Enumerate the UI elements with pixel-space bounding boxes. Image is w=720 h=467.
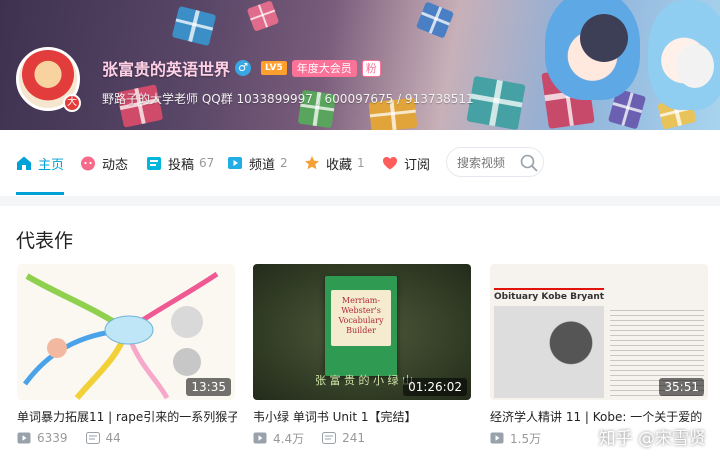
play-count-icon <box>17 431 31 445</box>
tab-upload[interactable]: 投稿 67 <box>146 152 214 174</box>
tab-subscribe[interactable]: 订阅 <box>382 152 430 174</box>
tab-home[interactable]: 主页 <box>16 152 64 174</box>
tab-upload-count: 67 <box>199 156 215 170</box>
dynamic-icon <box>80 155 96 171</box>
gift-box-decoration <box>415 1 455 39</box>
danmaku-icon <box>322 431 337 445</box>
tab-upload-label: 投稿 <box>168 157 195 173</box>
section-title: 代表作 <box>16 230 74 252</box>
video-card[interactable]: 13:35 单词暴力拓展11 | rape引来的一系列猴子 6339 44 <box>17 264 237 445</box>
tab-channel[interactable]: 频道 2 <box>227 152 288 174</box>
video-stats: 4.4万 241 <box>253 430 365 446</box>
bear-plush-decoration <box>580 14 628 62</box>
danmaku-count: 44 <box>105 431 121 445</box>
zhihu-watermark: 知乎 @宋雪贤 <box>598 429 706 449</box>
username[interactable]: 张富贵的英语世界 <box>102 56 230 80</box>
video-thumbnail[interactable]: Obituary Kobe Bryant 35:51 <box>490 264 708 400</box>
video-card[interactable]: Obituary Kobe Bryant 35:51 经济学人精讲 11 | K… <box>490 264 708 446</box>
level-badge[interactable]: LV5 <box>261 61 287 75</box>
play-count: 1.5万 <box>510 431 542 446</box>
bunny-plush-decoration <box>676 44 714 88</box>
video-duration: 01:26:02 <box>403 378 467 396</box>
tab-channel-count: 2 <box>280 156 288 170</box>
video-card[interactable]: Merriam-Webster's Vocabulary Builder 张 富… <box>253 264 471 446</box>
gift-box-decoration <box>246 0 280 32</box>
tab-favorites[interactable]: 收藏 1 <box>304 152 365 174</box>
channel-icon <box>227 155 243 171</box>
video-title[interactable]: 单词暴力拓展11 | rape引来的一系列猴子 <box>17 408 237 425</box>
video-duration: 35:51 <box>659 378 704 396</box>
video-duration: 13:35 <box>186 378 231 396</box>
heart-icon <box>382 155 398 171</box>
star-icon <box>304 155 320 171</box>
video-thumbnail[interactable]: Merriam-Webster's Vocabulary Builder 张 富… <box>253 264 471 400</box>
gift-box-decoration <box>171 5 217 47</box>
space-nav: 主页 动态 投稿 67 频道 2 收藏 1 订阅 <box>0 130 720 196</box>
tab-dynamic-label: 动态 <box>102 157 129 173</box>
article-photo <box>494 306 604 398</box>
tab-favorites-count: 1 <box>357 156 365 170</box>
video-thumbnail[interactable]: 13:35 <box>17 264 235 400</box>
obituary-header: Obituary Kobe Bryant <box>494 288 605 302</box>
fan-badge[interactable]: 粉 <box>361 59 381 77</box>
danmaku-count: 241 <box>342 431 365 445</box>
tab-dynamic[interactable]: 动态 <box>80 152 128 174</box>
search-icon[interactable] <box>519 153 539 173</box>
video-title[interactable]: 经济学人精讲 11 | Kobe: 一个关于爱的 <box>490 408 710 425</box>
male-icon: ♂ <box>235 60 252 76</box>
active-tab-indicator <box>16 192 64 195</box>
play-count-icon <box>253 431 267 445</box>
tab-favorites-label: 收藏 <box>326 157 353 173</box>
gift-box-decoration <box>466 75 526 130</box>
section-divider <box>0 196 720 206</box>
search-box[interactable] <box>446 147 544 177</box>
avatar-badge: 大 <box>63 94 81 112</box>
home-icon <box>16 155 32 171</box>
play-count: 4.4万 <box>273 431 305 446</box>
vip-badge[interactable]: 年度大会员 <box>291 59 357 77</box>
video-title[interactable]: 韦小绿 单词书 Unit 1【完结】 <box>253 408 473 425</box>
play-count-icon <box>490 431 504 445</box>
search-input[interactable] <box>457 155 517 171</box>
tab-home-label: 主页 <box>38 157 65 173</box>
profile-sign: 野路子的大学老师 QQ群 1033899997 / 600097675 / 91… <box>102 92 474 106</box>
book-title: Merriam-Webster's Vocabulary Builder <box>331 290 391 346</box>
upload-icon <box>146 155 162 171</box>
play-count: 6339 <box>37 431 68 445</box>
book-cover: Merriam-Webster's Vocabulary Builder <box>325 276 397 376</box>
tab-subscribe-label: 订阅 <box>404 157 431 173</box>
video-stats: 6339 44 <box>17 430 121 446</box>
profile-name-row: 张富贵的英语世界 ♂ LV5 年度大会员 粉 <box>102 56 381 80</box>
tab-channel-label: 频道 <box>249 157 276 173</box>
danmaku-icon <box>85 431 100 445</box>
thumbnail-overlay-text: 张 富 贵 的 小 绿 山 <box>315 374 413 387</box>
video-stats: 1.5万 <box>490 430 541 446</box>
